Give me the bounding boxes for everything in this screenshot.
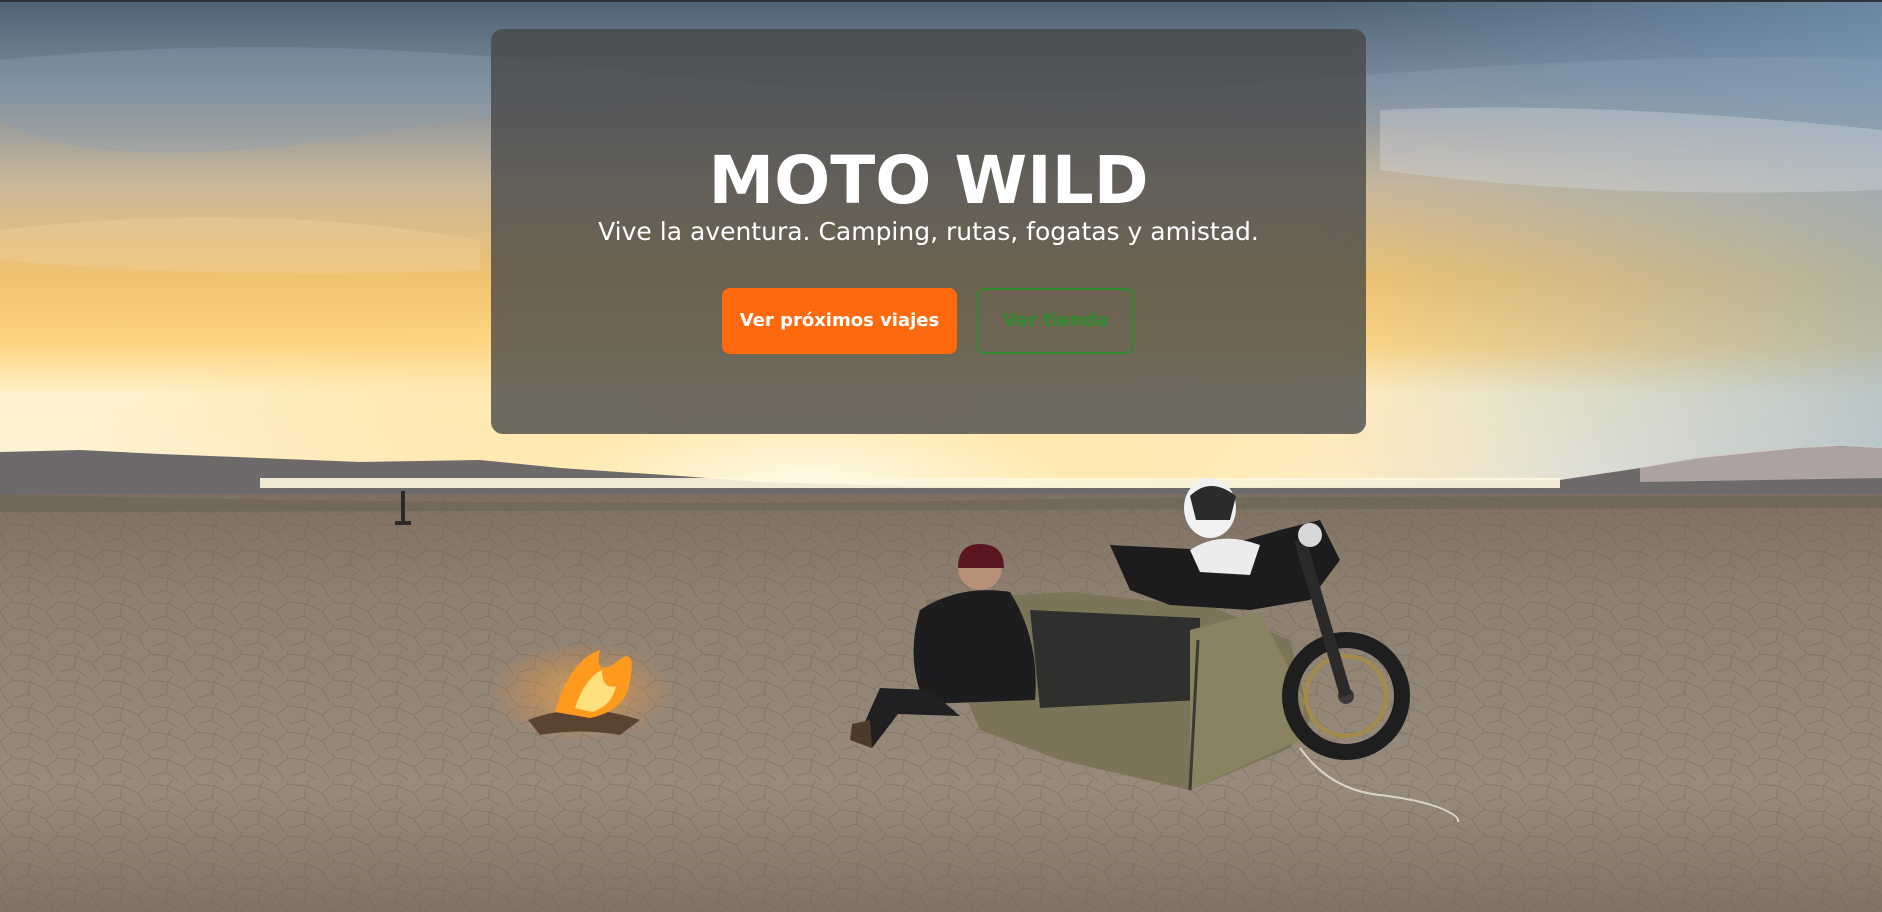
hero-card: MOTO WILD Vive la aventura. Camping, rut… <box>491 29 1366 434</box>
top-border <box>0 0 1882 2</box>
hero-section: MOTO WILD Vive la aventura. Camping, rut… <box>0 0 1882 912</box>
shop-button[interactable]: Ver tienda <box>977 288 1134 354</box>
hero-subtitle: Vive la aventura. Camping, rutas, fogata… <box>598 217 1259 246</box>
hero-title: MOTO WILD <box>708 142 1149 219</box>
upcoming-trips-button[interactable]: Ver próximos viajes <box>722 288 957 354</box>
